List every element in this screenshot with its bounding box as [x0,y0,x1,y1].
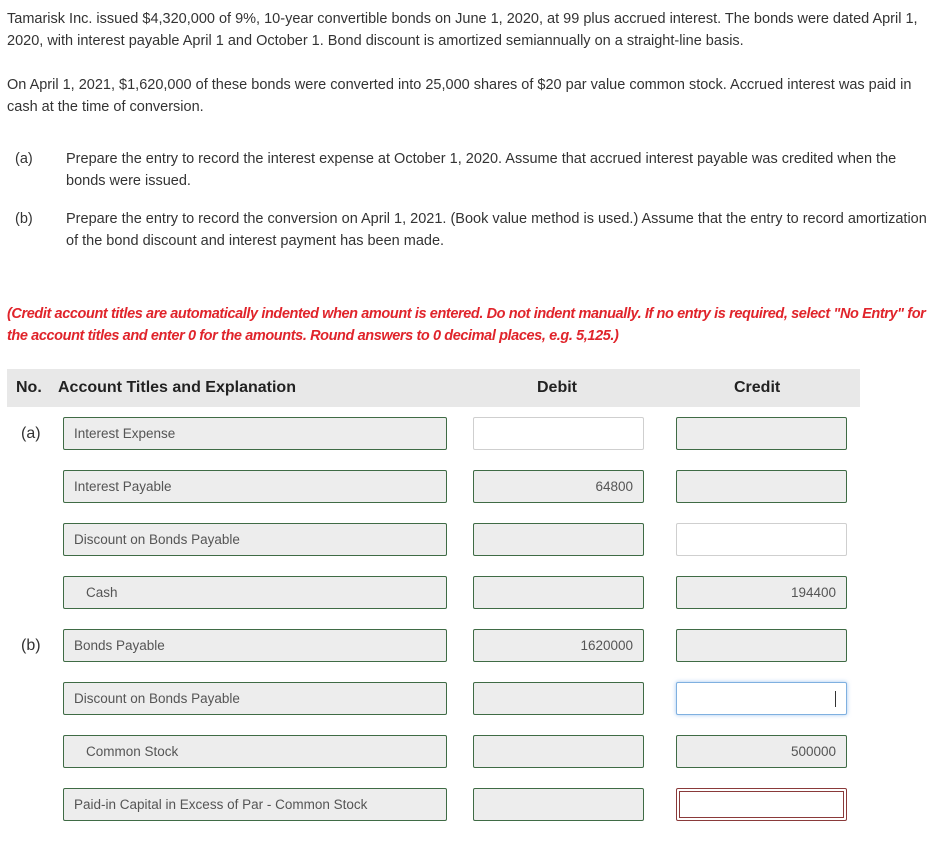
debit-input[interactable]: 64800 [473,470,644,503]
account-title-field[interactable]: Common Stock [63,735,447,768]
account-title-field[interactable]: Discount on Bonds Payable [63,523,447,556]
credit-input[interactable]: 500000 [676,735,847,768]
debit-input[interactable] [473,788,644,821]
debit-input[interactable] [473,682,644,715]
debit-input[interactable] [473,735,644,768]
credit-input[interactable] [676,417,847,450]
debit-input[interactable]: 1620000 [473,629,644,662]
header-credit: Credit [734,379,781,396]
header-account-titles: Account Titles and Explanation [58,379,296,396]
debit-input[interactable] [473,576,644,609]
account-title-field[interactable]: Paid-in Capital in Excess of Par - Commo… [63,788,447,821]
question-a-text: Prepare the entry to record the interest… [66,151,897,189]
account-title-field[interactable]: Discount on Bonds Payable [63,682,447,715]
account-title-field[interactable]: Cash [63,576,447,609]
entry-label-a: (a) [21,425,41,442]
account-title-field[interactable]: Bonds Payable [63,629,447,662]
credit-input[interactable] [676,470,847,503]
credit-input[interactable]: 194400 [676,576,847,609]
journal-table-header: No. Account Titles and Explanation Debit… [7,369,860,407]
credit-input-error[interactable] [676,788,847,821]
credit-input-focused[interactable] [676,682,847,715]
credit-input[interactable] [676,523,847,556]
question-b-text: Prepare the entry to record the conversi… [66,211,927,249]
question-a-label: (a) [15,151,33,167]
problem-paragraph-1: Tamarisk Inc. issued $4,320,000 of 9%, 1… [7,11,918,49]
debit-input[interactable] [473,523,644,556]
question-b-label: (b) [15,211,33,227]
account-title-field[interactable]: Interest Expense [63,417,447,450]
text-caret [835,691,836,707]
account-title-field[interactable]: Interest Payable [63,470,447,503]
header-no: No. [16,379,42,396]
instructions-note: (Credit account titles are automatically… [7,306,926,344]
debit-input[interactable] [473,417,644,450]
problem-paragraph-2: On April 1, 2021, $1,620,000 of these bo… [7,77,912,115]
header-debit: Debit [537,379,577,396]
entry-label-b: (b) [21,637,41,654]
credit-input[interactable] [676,629,847,662]
